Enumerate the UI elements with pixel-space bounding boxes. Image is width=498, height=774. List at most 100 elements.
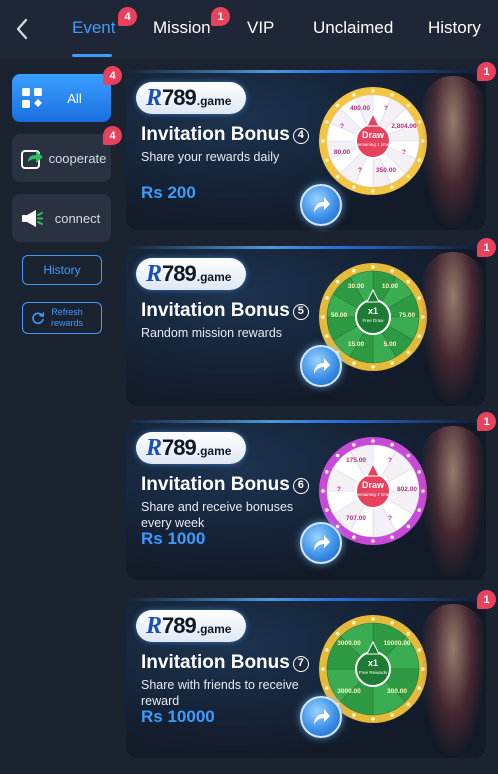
active-tab-indicator xyxy=(72,54,112,57)
wheel-segment-label: 10.00 xyxy=(381,283,399,290)
wheel-segment-label: 75.00 xyxy=(398,312,416,319)
wheel-segment-label: ? xyxy=(358,167,362,174)
card-description: Share with friends to receive reward xyxy=(141,678,299,708)
wheel-center-label: x1 xyxy=(367,658,378,668)
wheel-segment-label: 3000.00 xyxy=(337,688,361,695)
sidebar-item-label: cooperate xyxy=(48,150,107,166)
brand-logo: R 789 .game xyxy=(136,432,246,464)
sidebar-item-cooperate[interactable]: cooperate xyxy=(12,134,111,182)
tab-mission[interactable]: Mission xyxy=(153,18,211,38)
wheel-segment-label: 30.00 xyxy=(347,283,365,290)
brand-logo: R 789 .game xyxy=(136,610,246,642)
share-button[interactable] xyxy=(300,696,342,738)
character-illustration xyxy=(422,252,484,402)
card-badge: 1 xyxy=(477,62,496,81)
invitation-card[interactable]: R 789 .game Invitation Bonus 5 Random mis… xyxy=(126,238,496,553)
wheel-segment-label: 15.00 xyxy=(347,341,365,348)
wheel-center-sub: Remaining 2 times xyxy=(354,492,392,497)
wheel-segment-label: ? xyxy=(388,457,392,464)
card-badge: 1 xyxy=(477,590,496,609)
share-button[interactable] xyxy=(300,522,342,564)
brand-logo: R 789 .game xyxy=(136,82,246,114)
sidebar-item-all[interactable]: All xyxy=(12,74,111,122)
card-badge: 1 xyxy=(477,412,496,431)
prize-wheel: ? 2,804.00? 350.00? 80.00? 400.00 Draw Remai… xyxy=(316,84,430,198)
invitation-card[interactable]: R 789 .game Invitation Bonus 4 Share your… xyxy=(126,62,496,234)
invitation-card[interactable]: R 789 .game Invitation Bonus 6 Share and … xyxy=(126,412,496,584)
wheel-segment-label: 802.00 xyxy=(397,486,417,493)
history-button[interactable]: History xyxy=(22,255,102,285)
wheel-center-sub: Remaining 1 times xyxy=(354,142,392,147)
wheel-center-sub: Free Rewards xyxy=(358,670,388,675)
card-glow xyxy=(126,246,486,249)
share-arrow-icon xyxy=(314,197,330,213)
refresh-label-line1: Refresh xyxy=(51,307,83,317)
reward-amount: Rs 1000 xyxy=(141,529,206,548)
refresh-label-line2: rewards xyxy=(51,318,84,328)
tab-history[interactable]: History xyxy=(428,18,481,38)
character-illustration xyxy=(422,76,484,226)
wheel-center-label: Draw xyxy=(361,480,384,490)
refresh-icon xyxy=(32,312,45,325)
tab-event-badge: 4 xyxy=(118,7,137,26)
wheel-segment-label: 707.00 xyxy=(346,515,366,522)
card-badge: 1 xyxy=(477,238,496,257)
wheel-segment-label: 3000.00 xyxy=(337,640,361,647)
card-glow xyxy=(126,598,486,601)
sidebar-cooperate-badge: 4 xyxy=(103,126,122,145)
reward-amount: Rs 200 xyxy=(141,183,196,202)
card-title: Invitation Bonus 7 xyxy=(141,652,309,674)
wheel-segment-label: 175.00 xyxy=(346,457,366,464)
card-description: Share your rewards daily xyxy=(141,150,280,164)
back-button[interactable] xyxy=(8,14,36,44)
megaphone-icon xyxy=(22,210,43,227)
tab-event[interactable]: Event xyxy=(72,18,115,38)
tab-vip[interactable]: VIP xyxy=(247,18,274,38)
sidebar-item-label: connect xyxy=(54,210,101,226)
grid-icon xyxy=(22,88,42,108)
tab-mission-badge: 1 xyxy=(211,7,230,26)
wheel-segment-label: ? xyxy=(402,149,406,156)
wheel-segment-label: ? xyxy=(388,515,392,522)
brand-logo: R 789 .game xyxy=(136,258,246,290)
card-title: Invitation Bonus 6 xyxy=(141,474,309,496)
wheel-center-label: Draw xyxy=(361,130,384,140)
character-illustration xyxy=(422,604,484,754)
sidebar-item-label: All xyxy=(67,90,82,106)
share-arrow-icon xyxy=(314,358,330,374)
share-arrow-icon xyxy=(314,535,330,551)
character-illustration xyxy=(422,426,484,576)
card-description: Share and receive bonuses every week xyxy=(141,500,294,530)
title-number: 4 xyxy=(292,128,309,144)
title-number: 7 xyxy=(292,656,309,672)
wheel-segment-label: 10000.00 xyxy=(383,640,411,647)
tab-unclaimed[interactable]: Unclaimed xyxy=(313,18,393,38)
wheel-segment-label: 300.00 xyxy=(387,688,407,695)
wheel-segment-label: 2,804.00 xyxy=(391,123,417,130)
share-button[interactable] xyxy=(300,345,342,387)
invitation-card[interactable]: R 789 .game Invitation Bonus 7 Share with… xyxy=(126,590,496,762)
chevron-left-icon xyxy=(16,18,28,40)
top-nav: Event 4 Mission 1 VIP Unclaimed History xyxy=(0,0,498,58)
card-title: Invitation Bonus 4 xyxy=(141,124,309,146)
wheel-segment-label: 5.00 xyxy=(383,341,397,348)
card-title: Invitation Bonus 5 xyxy=(141,300,309,322)
share-arrow-icon xyxy=(314,709,330,725)
title-number: 5 xyxy=(292,304,309,320)
wheel-segment-label: 80.00 xyxy=(333,149,351,156)
wheel-segment-label: ? xyxy=(340,123,344,130)
card-glow xyxy=(126,420,486,423)
share-button[interactable] xyxy=(300,184,342,226)
card-description: Random mission rewards xyxy=(141,326,283,340)
share-arrow-icon xyxy=(21,150,43,169)
wheel-center-sub: Free Draw xyxy=(362,318,384,323)
history-button-label: History xyxy=(43,263,81,277)
wheel-segment-label: 400.00 xyxy=(350,105,370,112)
card-glow xyxy=(126,70,486,73)
sidebar-item-connect[interactable]: connect xyxy=(12,194,111,242)
wheel-center-label: x1 xyxy=(367,306,378,316)
reward-amount: Rs 10000 xyxy=(141,707,215,726)
refresh-rewards-button[interactable]: Refresh rewards xyxy=(22,302,102,334)
sidebar-all-badge: 4 xyxy=(103,66,122,85)
title-number: 6 xyxy=(292,478,309,494)
